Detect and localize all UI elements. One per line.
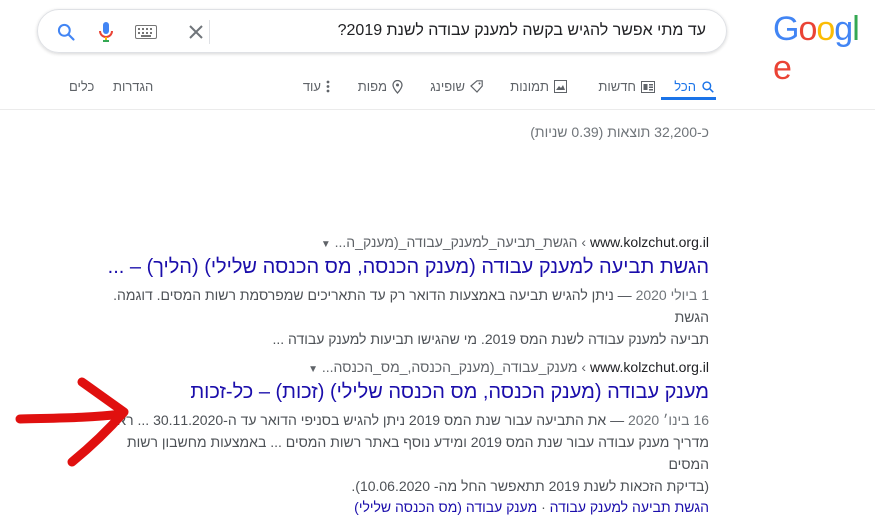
result-snippet: 16 בינו׳ 2020 — את התביעה עבור שנת המס 2… xyxy=(99,409,709,497)
tab-news[interactable]: חדשות xyxy=(598,79,655,94)
settings-label: הגדרות xyxy=(113,79,154,94)
tab-more[interactable]: עוד xyxy=(303,79,330,94)
sitelink-separator: · xyxy=(537,499,546,515)
search-input[interactable]: עד מתי אפשר להגיש בקשה למענק עבודה לשנת … xyxy=(338,22,706,40)
search-result: www.kolzchut.org.il › הגשת_תביעה_למענק_ע… xyxy=(99,234,709,350)
search-icon[interactable] xyxy=(54,20,78,44)
tab-label: שופינג xyxy=(430,79,465,94)
sitelinks: הגשת תביעה למענק עבודה · מענק עבודה (מס … xyxy=(99,499,709,515)
result-path: › הגשת_תביעה_למענק_עבודה_(מענק_ה... xyxy=(334,234,590,250)
more-vert-icon xyxy=(326,80,330,93)
tab-label: עוד xyxy=(302,79,321,94)
search-tabs: הכל חדשות תמונות שופינג מפות עוד הגדרות … xyxy=(0,66,875,110)
search-divider xyxy=(209,20,210,44)
clear-icon[interactable] xyxy=(184,20,208,44)
tab-label: חדשות xyxy=(598,79,636,94)
snippet-line: — ניתן להגיש תביעה באמצעות הדואר רק עד ה… xyxy=(113,287,709,325)
result-domain: www.kolzchut.org.il xyxy=(589,234,709,250)
result-stats: כ-32,200 תוצאות (0.39 שניות) xyxy=(530,124,709,140)
tab-label: תמונות xyxy=(510,79,549,94)
result-title-link[interactable]: מענק עבודה (מענק הכנסה, מס הכנסה שלילי) … xyxy=(99,379,709,405)
tab-images[interactable]: תמונות xyxy=(510,79,567,94)
red-arrow-annotation xyxy=(15,377,129,467)
tab-maps[interactable]: מפות xyxy=(358,79,403,94)
search-icon xyxy=(702,80,714,93)
caret-down-icon[interactable]: ▼ xyxy=(321,239,331,250)
search-result: www.kolzchut.org.il › מענק_עבודה_(מענק_ה… xyxy=(99,359,709,515)
active-tab-indicator xyxy=(661,97,716,100)
sitelink[interactable]: הגשת תביעה למענק עבודה xyxy=(550,499,709,515)
microphone-icon[interactable] xyxy=(94,20,118,44)
result-domain: www.kolzchut.org.il xyxy=(589,359,709,375)
snippet-line: מדריך מענק עבודה עבור שנת המס 2019 ומידע… xyxy=(126,434,709,472)
tools-link[interactable]: כלים xyxy=(69,79,94,94)
settings-link[interactable]: הגדרות xyxy=(113,79,153,94)
tab-shopping[interactable]: שופינג xyxy=(430,79,483,94)
snippet-line: תביעה למענק עבודה לשנת המס 2019. מי שהגי… xyxy=(272,331,709,347)
result-url[interactable]: www.kolzchut.org.il › הגשת_תביעה_למענק_ע… xyxy=(99,234,709,250)
keyboard-icon[interactable] xyxy=(134,20,158,44)
news-icon xyxy=(641,80,655,93)
search-box[interactable]: עד מתי אפשר להגיש בקשה למענק עבודה לשנת … xyxy=(37,9,727,53)
result-date: 16 בינו׳ 2020 xyxy=(628,412,709,428)
result-snippet: 1 ביולי 2020 — ניתן להגיש תביעה באמצעות … xyxy=(99,284,709,350)
snippet-line: — את התביעה עבור שנת המס 2019 ניתן להגיש… xyxy=(113,412,628,428)
caret-down-icon[interactable]: ▼ xyxy=(308,364,318,375)
result-path: › מענק_עבודה_(מענק_הכנסה,_מס_הכנסה... xyxy=(321,359,590,375)
image-icon xyxy=(554,80,567,93)
tab-label: הכל xyxy=(674,79,696,94)
result-url[interactable]: www.kolzchut.org.il › מענק_עבודה_(מענק_ה… xyxy=(99,359,709,375)
result-title-link[interactable]: הגשת תביעה למענק עבודה (מענק הכנסה, מס ה… xyxy=(99,254,709,280)
sitelink[interactable]: מענק עבודה (מס הכנסה שלילי) xyxy=(354,499,537,515)
tabs-divider xyxy=(0,109,875,110)
tag-icon xyxy=(470,80,483,93)
snippet-line: (בדיקת הזכאות לשנת 2019 תתאפשר החל מה- 1… xyxy=(351,478,709,494)
tools-label: כלים xyxy=(69,79,95,94)
tab-label: מפות xyxy=(357,79,387,94)
tab-all[interactable]: הכל xyxy=(674,79,715,94)
result-date: 1 ביולי 2020 xyxy=(635,287,709,303)
map-pin-icon xyxy=(392,79,403,94)
